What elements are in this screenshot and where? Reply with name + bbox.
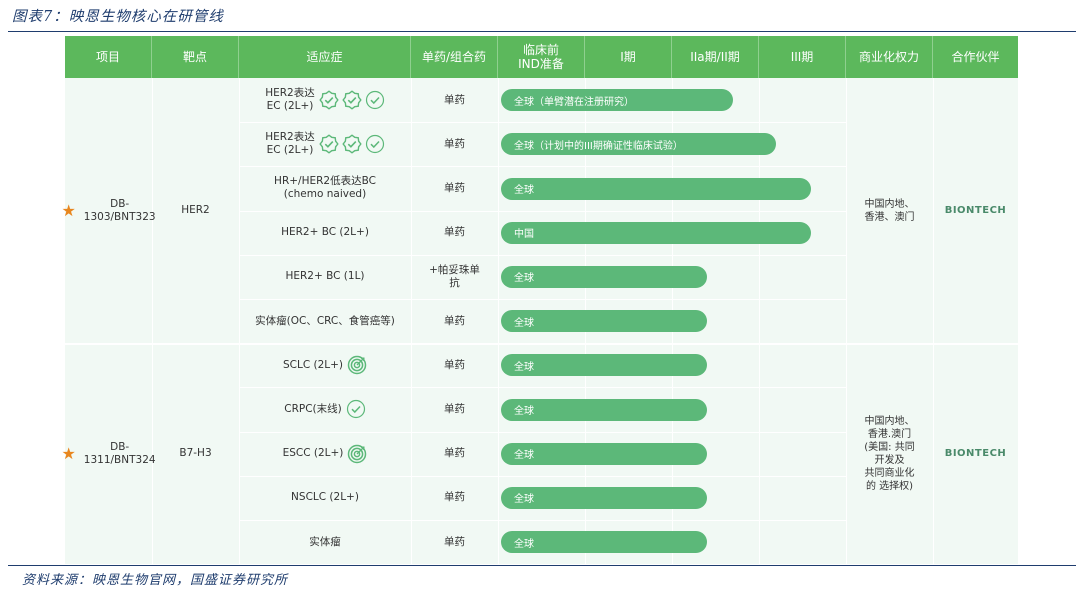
progress-bar: 全球 (501, 310, 707, 333)
header-cell: 项目 (65, 36, 152, 78)
drug-name: DB- 1311/BNT324 (83, 440, 156, 466)
progress-bar: 全球 (501, 177, 812, 200)
progress-bar: 全球 (501, 398, 707, 421)
header-cell: III期 (759, 36, 846, 78)
circle-check-icon (365, 134, 385, 154)
mode-cell: 单药 (444, 491, 465, 504)
partner-cell: BIONTECH (933, 343, 1018, 564)
drug-cell: ★ DB- 1311/BNT324 (61, 343, 155, 564)
indication-cell: NSCLC (2L+) (239, 476, 411, 520)
indication-cell: HER2表达 EC (2L+) (239, 78, 411, 122)
partner-logo: BIONTECH (944, 448, 1007, 460)
indication-icons (319, 90, 385, 110)
target-cell: B7-H3 (179, 447, 212, 460)
top-rule (8, 31, 1076, 32)
rights-text: 中国内地、 香港.澳门 (美国: 共同 开发及 共同商业化 的 选择权) (864, 415, 915, 492)
mode-cell: 单药 (444, 314, 465, 327)
drug-cell: ★ DB- 1303/BNT323 (61, 78, 155, 343)
progress-bar: 全球 (501, 486, 707, 509)
progress-bar: 中国 (501, 221, 812, 244)
column-divider (498, 78, 499, 564)
indication-icons (347, 444, 367, 464)
header-cell: I期 (585, 36, 672, 78)
indication-cell: 实体瘤(OC、CRC、食管癌等) (239, 299, 411, 343)
indication-text: 实体瘤(OC、CRC、食管癌等) (255, 314, 395, 327)
drug-name: DB- 1303/BNT323 (83, 197, 156, 223)
rights-text: 中国内地、 香港、澳门 (864, 198, 915, 223)
indication-cell: ESCC (2L+) (239, 432, 411, 476)
rights-cell: 中国内地、 香港、澳门 (846, 78, 933, 343)
target-cell: HER2 (181, 204, 210, 217)
indication-text: ESCC (2L+) (282, 447, 344, 460)
indication-text: HER2表达 EC (2L+) (265, 131, 315, 157)
badge-check-icon (342, 134, 362, 154)
progress-bar: 全球（计划中的III期确证性临床试验） (501, 133, 777, 156)
source-note: 资料来源：映恩生物官网，国盛证券研究所 (22, 573, 289, 588)
indication-text: 实体瘤 (309, 535, 341, 548)
mode-cell: +帕妥珠单 抗 (429, 263, 480, 289)
header-cell: 合作伙伴 (951, 50, 1000, 64)
pipeline-table: 项目 靶点 适应症 单药/组合药 临床前 IND准备 I期 IIa期/II期 III期 商业化权… (61, 36, 1018, 564)
header-cell: IIa期/II期 (672, 36, 759, 78)
indication-text: HER2+ BC (2L+) (281, 226, 369, 239)
indication-cell: 实体瘤 (239, 520, 411, 564)
badge-check-icon (319, 90, 339, 110)
indication-icons (346, 399, 366, 419)
progress-bar: 全球（单臂潜在注册研究） (501, 89, 733, 112)
header-cell: 靶点 (152, 36, 239, 78)
progress-bar: 全球 (501, 531, 707, 554)
indication-cell: HER2+ BC (2L+) (239, 211, 411, 255)
mode-cell: 单药 (444, 447, 465, 460)
bottom-rule (8, 565, 1076, 566)
header-cell: 临床前 IND准备 (498, 36, 585, 78)
circle-check-icon (346, 399, 366, 419)
indication-text: CRPC(末线) (284, 402, 342, 415)
target-icon (347, 444, 367, 464)
indication-text: SCLC (2L+) (282, 358, 344, 371)
header-cell: 单药/组合药 (411, 36, 498, 78)
indication-icons (347, 355, 367, 375)
indication-cell: SCLC (2L+) (239, 343, 411, 387)
mode-cell: 单药 (444, 402, 465, 415)
group-divider (65, 343, 1018, 346)
target-icon (347, 355, 367, 375)
indication-text: HR+/HER2低表达BC (chemo naived) (274, 175, 376, 201)
mode-cell: 单药 (444, 226, 465, 239)
star-icon: ★ (61, 444, 76, 464)
indication-cell: HER2+ BC (1L) (239, 255, 411, 299)
header-cell: 商业化权力 (846, 36, 933, 78)
indication-cell: HR+/HER2低表达BC (chemo naived) (239, 166, 411, 210)
progress-bar: 全球 (501, 265, 707, 288)
indication-cell: CRPC(末线) (239, 387, 411, 431)
indication-icons (319, 134, 385, 154)
mode-cell: 单药 (444, 535, 465, 548)
star-icon: ★ (61, 201, 76, 221)
header-cell: 适应症 (239, 36, 411, 78)
mode-cell: 单药 (444, 181, 465, 194)
partner-cell: BIONTECH (933, 78, 1018, 343)
progress-bar: 全球 (501, 354, 707, 377)
indication-text: HER2表达 EC (2L+) (265, 87, 315, 113)
partner-logo: BIONTECH (944, 205, 1007, 217)
mode-cell: 单药 (444, 358, 465, 371)
mode-cell: 单药 (444, 93, 465, 106)
progress-bar: 全球 (501, 442, 707, 465)
figure-title: 图表7：映恩生物核心在研管线 (12, 9, 224, 25)
badge-check-icon (319, 134, 339, 154)
indication-cell: HER2表达 EC (2L+) (239, 122, 411, 166)
indication-text: HER2+ BC (1L) (285, 270, 365, 283)
rights-cell: 中国内地、 香港.澳门 (美国: 共同 开发及 共同商业化 的 选择权) (846, 343, 933, 564)
mode-cell: 单药 (444, 137, 465, 150)
table-header: 项目 靶点 适应症 单药/组合药 临床前 IND准备 I期 IIa期/II期 III期 商业化权… (65, 36, 1018, 78)
badge-check-icon (342, 90, 362, 110)
indication-text: NSCLC (2L+) (291, 491, 359, 504)
circle-check-icon (365, 90, 385, 110)
